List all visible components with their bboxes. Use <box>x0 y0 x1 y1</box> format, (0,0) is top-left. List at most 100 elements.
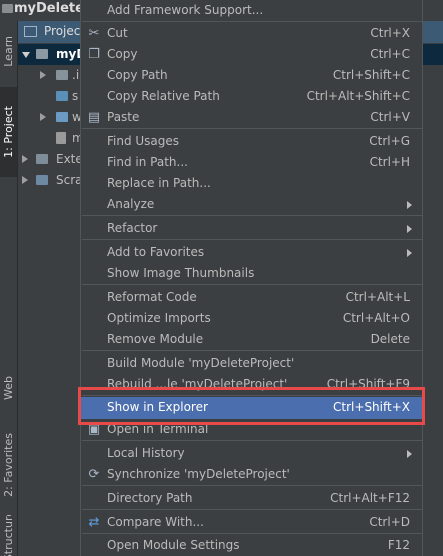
menu-item-refactor[interactable]: Refactor <box>81 218 422 239</box>
menu-item-shortcut: Ctrl+C <box>370 47 410 61</box>
menu-item-label: Remove Module <box>107 332 204 346</box>
tab-structure[interactable]: Structure <box>0 515 17 556</box>
menu-item-local-history[interactable]: Local History <box>81 443 422 464</box>
source-folder-icon <box>56 91 68 101</box>
menu-item-label: Copy <box>107 47 138 61</box>
menu-item-show-image-thumbnails[interactable]: Show Image Thumbnails <box>81 263 422 284</box>
menu-item-shortcut: Ctrl+Shift+C <box>332 68 410 82</box>
expand-arrow-icon[interactable] <box>22 155 28 163</box>
menu-item-shortcut: Delete <box>370 332 410 346</box>
menu-item-label: Add Framework Support... <box>107 3 264 17</box>
menu-item-find-usages[interactable]: Find Usages Ctrl+G <box>81 131 422 152</box>
menu-separator <box>82 128 422 129</box>
menu-item-label: Copy Relative Path <box>107 89 220 103</box>
menu-item-label: Replace in Path... <box>107 176 211 190</box>
menu-separator <box>82 509 422 510</box>
menu-item-shortcut: Ctrl+H <box>369 155 410 169</box>
menu-item-synchronize[interactable]: ⟳ Synchronize 'myDeleteProject' <box>81 464 422 485</box>
tree-row-label: .i <box>72 68 80 82</box>
menu-item-analyze[interactable]: Analyze <box>81 194 422 215</box>
menu-separator <box>82 284 422 285</box>
menu-item-shortcut: Ctrl+Alt+Shift+C <box>306 89 410 103</box>
menu-separator <box>82 485 422 486</box>
menu-item-label: Optimize Imports <box>107 311 211 325</box>
web-folder-icon <box>56 112 68 122</box>
menu-separator <box>82 350 422 351</box>
menu-item-label: Find in Path... <box>107 155 188 169</box>
tab-favorites-label: 2: Favorites <box>2 433 15 497</box>
menu-item-copy-relative-path[interactable]: Copy Relative Path Ctrl+Alt+Shift+C <box>81 86 422 107</box>
menu-item-label: Analyze <box>107 197 155 211</box>
menu-item-replace-in-path[interactable]: Replace in Path... <box>81 173 422 194</box>
context-menu: Add Framework Support... ✂ Cut Ctrl+X ❐ … <box>80 0 423 556</box>
menu-item-shortcut: Ctrl+G <box>369 134 410 148</box>
tab-project-label: 1: Project <box>2 106 15 158</box>
menu-separator <box>82 215 422 216</box>
menu-item-shortcut: Ctrl+Alt+L <box>345 290 410 304</box>
library-icon <box>36 154 48 164</box>
window-title: myDelete <box>14 1 84 16</box>
menu-item-label: Reformat Code <box>107 290 197 304</box>
menu-item-shortcut: Ctrl+X <box>370 26 410 40</box>
menu-item-label: Directory Path <box>107 491 193 505</box>
menu-item-paste[interactable]: ▤ Paste Ctrl+V <box>81 107 422 128</box>
compare-arrows-icon: ⇄ <box>88 515 100 530</box>
menu-item-remove-module[interactable]: Remove Module Delete <box>81 329 422 350</box>
folder-icon <box>2 4 13 13</box>
copy-icon: ❐ <box>88 47 100 62</box>
menu-item-cut[interactable]: ✂ Cut Ctrl+X <box>81 23 422 44</box>
menu-item-copy[interactable]: ❐ Copy Ctrl+C <box>81 44 422 65</box>
tab-favorites[interactable]: 2: Favorites <box>0 423 17 507</box>
menu-item-directory-path[interactable]: Directory Path Ctrl+Alt+F12 <box>81 488 422 509</box>
expand-arrow-icon[interactable] <box>22 176 28 184</box>
sync-icon: ⟳ <box>88 467 100 482</box>
file-icon <box>56 132 66 144</box>
folder-icon <box>56 70 68 80</box>
menu-item-add-framework-support[interactable]: Add Framework Support... <box>81 0 422 21</box>
menu-item-shortcut: Ctrl+Alt+O <box>342 311 410 325</box>
menu-item-label: Refactor <box>107 221 158 235</box>
menu-item-shortcut: Ctrl+Alt+F12 <box>330 491 410 505</box>
menu-item-optimize-imports[interactable]: Optimize Imports Ctrl+Alt+O <box>81 308 422 329</box>
collapse-arrow-icon[interactable] <box>22 52 30 58</box>
menu-item-reformat-code[interactable]: Reformat Code Ctrl+Alt+L <box>81 287 422 308</box>
submenu-arrow-icon <box>407 450 412 458</box>
menu-item-open-module-settings[interactable]: Open Module Settings F12 <box>81 535 422 556</box>
menu-item-label: Synchronize 'myDeleteProject' <box>107 467 290 481</box>
tab-web[interactable]: Web <box>0 365 17 411</box>
menu-item-label: Build Module 'myDeleteProject' <box>107 356 295 370</box>
terminal-icon: ▣ <box>87 422 101 437</box>
project-view-icon <box>24 26 37 37</box>
project-panel-title[interactable]: Projec <box>44 24 80 38</box>
menu-item-label: Cut <box>107 26 128 40</box>
tab-learn-label: Learn <box>2 35 15 67</box>
menu-item-add-to-favorites[interactable]: Add to Favorites <box>81 242 422 263</box>
menu-separator <box>82 533 422 534</box>
tab-web-label: Web <box>2 376 15 400</box>
highlight-annotation-box <box>78 387 425 425</box>
menu-item-find-in-path[interactable]: Find in Path... Ctrl+H <box>81 152 422 173</box>
tab-structure-label: Structure <box>2 515 15 556</box>
tab-project[interactable]: 1: Project <box>0 87 17 177</box>
submenu-arrow-icon <box>407 201 412 209</box>
submenu-arrow-icon <box>407 249 412 257</box>
menu-item-label: Find Usages <box>107 134 180 148</box>
tree-row-label: s <box>72 89 79 103</box>
expand-arrow-icon[interactable] <box>40 113 46 121</box>
menu-item-copy-path[interactable]: Copy Path Ctrl+Shift+C <box>81 65 422 86</box>
menu-item-label: Open Module Settings <box>107 538 240 552</box>
menu-separator <box>82 239 422 240</box>
tree-row-label: Exte <box>56 152 83 166</box>
expand-arrow-icon[interactable] <box>40 71 46 79</box>
menu-item-label: Show Image Thumbnails <box>107 266 255 280</box>
menu-item-build-module[interactable]: Build Module 'myDeleteProject' <box>81 353 422 374</box>
submenu-arrow-icon <box>407 225 412 233</box>
menu-item-label: Add to Favorites <box>107 245 205 259</box>
clipboard-icon: ▤ <box>87 110 101 125</box>
menu-item-shortcut: Ctrl+D <box>369 515 410 529</box>
tab-learn[interactable]: Learn <box>0 23 17 79</box>
module-folder-icon <box>36 49 48 59</box>
menu-item-label: Paste <box>107 110 140 124</box>
menu-item-compare-with[interactable]: ⇄ Compare With... Ctrl+D <box>81 512 422 533</box>
menu-item-shortcut: Ctrl+V <box>370 110 410 124</box>
